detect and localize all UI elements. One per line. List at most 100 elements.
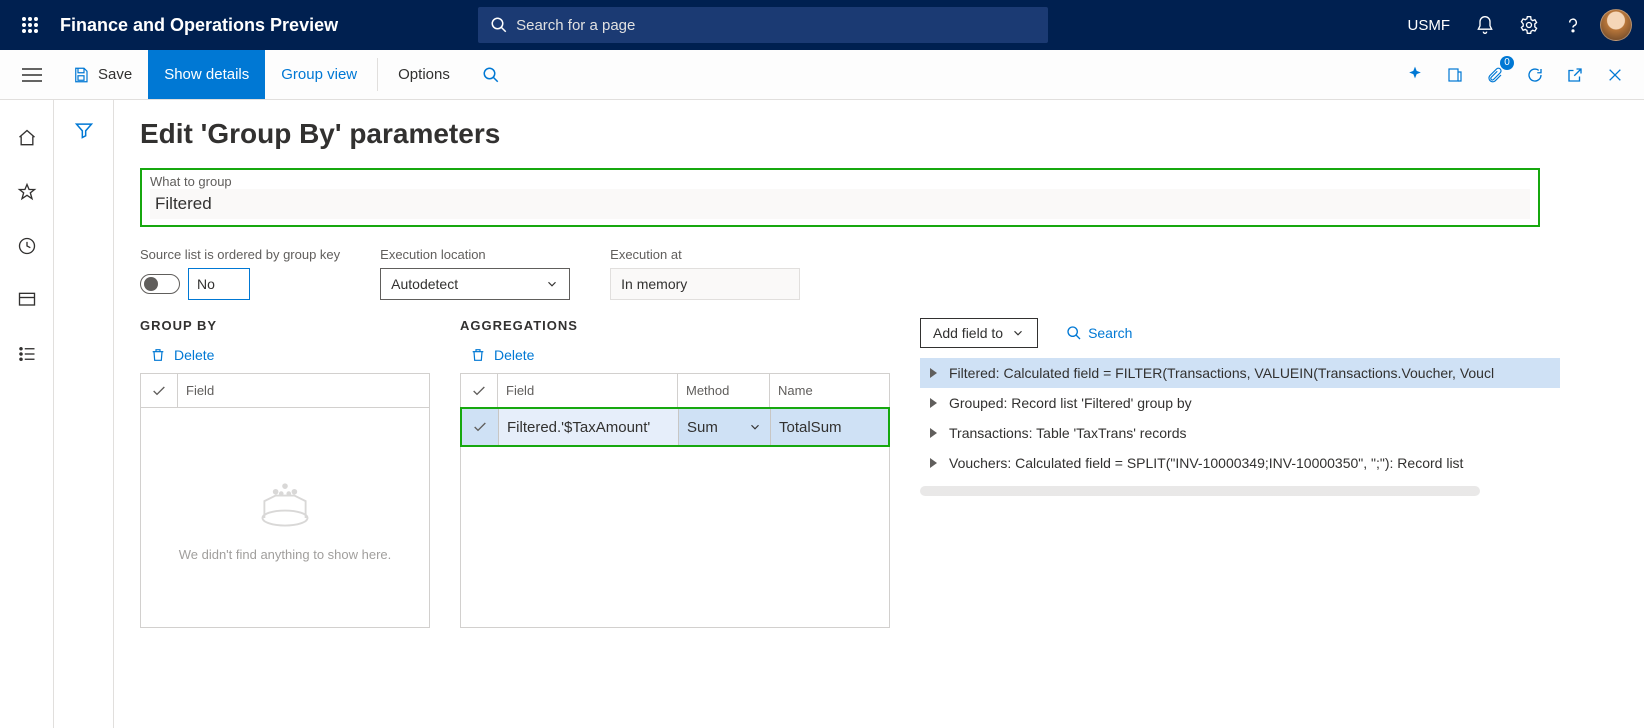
what-to-group-label: What to group [150,174,1530,189]
groupby-delete-label: Delete [174,347,214,363]
groupby-grid: Field We didn't find anything to show he… [140,373,430,628]
execution-location-label: Execution location [380,247,570,262]
expand-icon [930,368,937,378]
options-label: Options [398,66,450,83]
what-to-group-highlight: What to group Filtered [140,168,1540,227]
app-launcher-icon[interactable] [12,16,48,34]
nav-toggle-icon[interactable] [8,50,56,99]
main-content: Edit 'Group By' parameters What to group… [114,100,1644,728]
tree-item-label: Vouchers: Calculated field = SPLIT("INV-… [949,455,1463,471]
help-icon[interactable] [1556,8,1590,42]
horizontal-scrollbar[interactable] [920,486,1480,496]
page-title: Edit 'Group By' parameters [140,118,1618,150]
source-ordered-value[interactable]: No [188,268,250,300]
actionbar-search-button[interactable] [466,50,516,99]
execution-at-label: Execution at [610,247,800,262]
chevron-down-icon [748,420,762,434]
recent-icon[interactable] [15,234,39,258]
aggregations-delete-label: Delete [494,347,534,363]
agg-col-field[interactable]: Field [497,374,677,407]
what-to-group-value: Filtered [155,194,245,214]
filter-icon[interactable] [74,120,94,728]
groupby-empty-message: We didn't find anything to show here. [179,547,392,562]
execution-location-select[interactable]: Autodetect [380,268,570,300]
action-bar: Save Show details Group view Options 0 [0,50,1644,100]
agg-row-field[interactable]: Filtered.'$TaxAmount' [498,409,678,445]
divider [377,58,378,91]
refresh-icon[interactable] [1518,58,1552,92]
modules-icon[interactable] [15,342,39,366]
global-search-input[interactable] [516,17,1036,34]
user-avatar[interactable] [1600,9,1632,41]
options-button[interactable]: Options [382,50,466,99]
execution-location-value: Autodetect [391,276,458,292]
save-button[interactable]: Save [56,50,148,99]
select-all-checkbox[interactable] [141,383,177,399]
home-icon[interactable] [15,126,39,150]
workspaces-icon[interactable] [15,288,39,312]
agg-row-checkbox[interactable] [462,409,498,445]
chevron-down-icon [1011,326,1025,340]
datasource-search-label: Search [1088,325,1132,341]
empty-folder-icon [255,473,315,533]
agg-col-name[interactable]: Name [769,374,889,407]
show-details-button[interactable]: Show details [148,50,265,99]
aggregations-heading: AGGREGATIONS [460,318,890,333]
agg-select-all[interactable] [461,383,497,399]
add-field-label: Add field to [933,325,1003,341]
source-ordered-label: Source list is ordered by group key [140,247,340,262]
aggregation-row[interactable]: Filtered.'$TaxAmount' Sum TotalSum [460,407,890,447]
filter-rail [54,100,114,728]
datasource-tree: Filtered: Calculated field = FILTER(Tran… [920,358,1560,478]
expand-icon [930,458,937,468]
groupby-section: GROUP BY Delete Field We didn't find any… [140,318,430,628]
tree-item-label: Grouped: Record list 'Filtered' group by [949,395,1192,411]
tree-item-label: Filtered: Calculated field = FILTER(Tran… [949,365,1494,381]
expand-icon [930,428,937,438]
aggregations-section: AGGREGATIONS Delete Field Method Name [460,318,890,628]
global-search[interactable] [478,7,1048,43]
trash-icon [470,347,486,363]
favorites-icon[interactable] [15,180,39,204]
attachments-icon[interactable]: 0 [1478,58,1512,92]
agg-row-name[interactable]: TotalSum [770,409,888,445]
add-field-to-button[interactable]: Add field to [920,318,1038,348]
groupby-col-field[interactable]: Field [177,374,429,407]
tree-item-transactions[interactable]: Transactions: Table 'TaxTrans' records [920,418,1560,448]
agg-row-method-value: Sum [687,419,718,436]
datasource-panel: Add field to Search Filtered: Calculated… [920,318,1560,496]
search-icon [482,66,500,84]
app-title: Finance and Operations Preview [60,15,338,36]
notifications-icon[interactable] [1468,8,1502,42]
source-ordered-toggle[interactable] [140,274,180,294]
aggregations-grid: Field Method Name Filtered.'$TaxAmount' … [460,373,890,628]
show-details-label: Show details [164,66,249,83]
agg-row-method[interactable]: Sum [678,409,770,445]
popout-icon[interactable] [1558,58,1592,92]
open-in-new-icon[interactable] [1438,58,1472,92]
tree-item-vouchers[interactable]: Vouchers: Calculated field = SPLIT("INV-… [920,448,1560,478]
aggregations-delete-button[interactable]: Delete [460,341,890,369]
left-nav-rail [0,100,54,728]
global-navbar: Finance and Operations Preview USMF [0,0,1644,50]
datasource-search-link[interactable]: Search [1066,325,1132,341]
legal-entity[interactable]: USMF [1400,17,1459,34]
tree-item-filtered[interactable]: Filtered: Calculated field = FILTER(Tran… [920,358,1560,388]
search-icon [1066,325,1082,341]
tree-item-grouped[interactable]: Grouped: Record list 'Filtered' group by [920,388,1560,418]
save-icon [72,66,90,84]
attachments-badge: 0 [1500,56,1514,70]
agg-col-method[interactable]: Method [677,374,769,407]
group-view-button[interactable]: Group view [265,50,373,99]
what-to-group-field[interactable]: Filtered [150,189,1530,219]
settings-icon[interactable] [1512,8,1546,42]
expand-icon [930,398,937,408]
chevron-down-icon [545,277,559,291]
groupby-delete-button[interactable]: Delete [140,341,430,369]
search-icon [490,16,508,34]
copilot-icon[interactable] [1398,58,1432,92]
execution-at-value: In memory [610,268,800,300]
group-view-label: Group view [281,66,357,83]
tree-item-label: Transactions: Table 'TaxTrans' records [949,425,1186,441]
close-icon[interactable] [1598,58,1632,92]
